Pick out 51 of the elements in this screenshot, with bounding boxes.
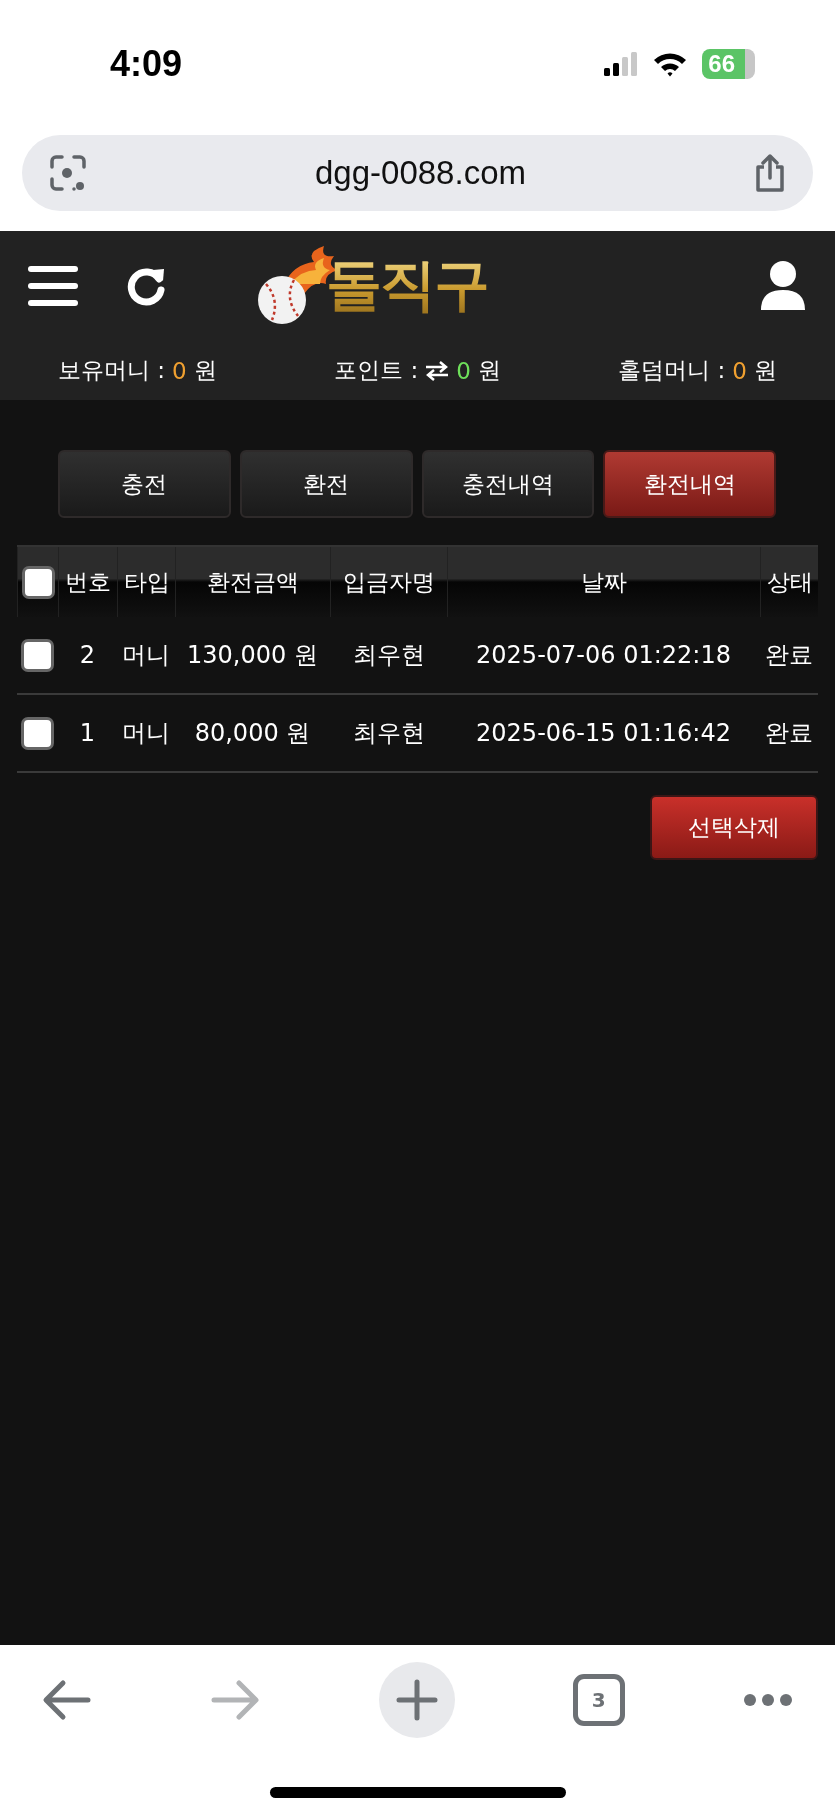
column-header: 날짜 — [581, 567, 627, 597]
table-cell-text: 완료 — [765, 718, 813, 749]
column-header: 환전금액 — [207, 567, 299, 597]
battery-level: 66 — [702, 49, 755, 79]
currency-unit: 원 — [477, 356, 501, 385]
signal-icon — [604, 52, 639, 76]
balance-label: 홀덤머니 : — [618, 356, 726, 385]
exchange-icon — [425, 360, 450, 381]
address-bar[interactable]: dgg-0088.com — [22, 135, 813, 211]
status-time: 4:09 — [110, 43, 183, 85]
back-icon[interactable] — [42, 1678, 92, 1722]
user-icon[interactable] — [759, 260, 807, 312]
balance-value: 0 — [456, 357, 471, 384]
tab[interactable]: 충전 — [58, 450, 231, 518]
delete-selected-button[interactable]: 선택삭제 — [650, 795, 818, 860]
table-cell-text: 130,000 원 — [187, 640, 318, 671]
column-header: 입금자명 — [343, 567, 435, 597]
balance-value: 0 — [732, 357, 747, 384]
balance-label: 포인트 : — [334, 356, 419, 385]
share-icon[interactable] — [753, 153, 787, 193]
column-header: 상태 — [766, 567, 813, 597]
wifi-icon — [652, 51, 689, 77]
row-checkbox[interactable] — [21, 716, 54, 750]
balance-label: 보유머니 : — [58, 356, 166, 385]
tab[interactable]: 환전 — [239, 450, 413, 518]
table-cell: 2 — [79, 641, 96, 669]
lens-icon[interactable] — [48, 153, 88, 193]
table-cell-text: 머니 — [122, 718, 170, 749]
row-checkbox[interactable] — [21, 638, 54, 672]
new-tab-icon[interactable] — [378, 1662, 455, 1738]
menu-icon[interactable] — [28, 264, 78, 308]
table-cell-text: 최우현 — [352, 718, 425, 749]
balance-value: 0 — [172, 357, 187, 384]
refresh-icon[interactable] — [126, 265, 168, 307]
tab-count-button[interactable]: 3 — [572, 1674, 625, 1726]
currency-unit: 원 — [193, 356, 217, 385]
tab[interactable]: 충전내역 — [421, 450, 595, 518]
table-cell: 2025-07-06 01:22:18 — [476, 641, 731, 669]
table-cell-text: 머니 — [122, 640, 170, 671]
more-icon[interactable] — [743, 1693, 793, 1707]
column-header: 타입 — [123, 567, 170, 597]
url-text: dgg-0088.com — [314, 154, 527, 192]
table-cell: 1 — [79, 719, 96, 747]
currency-unit: 원 — [754, 356, 777, 385]
table-cell-text: 80,000 원 — [194, 718, 311, 749]
column-header: 번호 — [65, 567, 111, 597]
tab[interactable]: 환전내역 — [603, 450, 776, 518]
table-cell-text: 최우현 — [352, 640, 425, 671]
table-cell: 2025-06-15 01:16:42 — [476, 719, 731, 747]
select-all-checkbox[interactable] — [21, 565, 55, 599]
table-cell-text: 완료 — [765, 640, 813, 671]
